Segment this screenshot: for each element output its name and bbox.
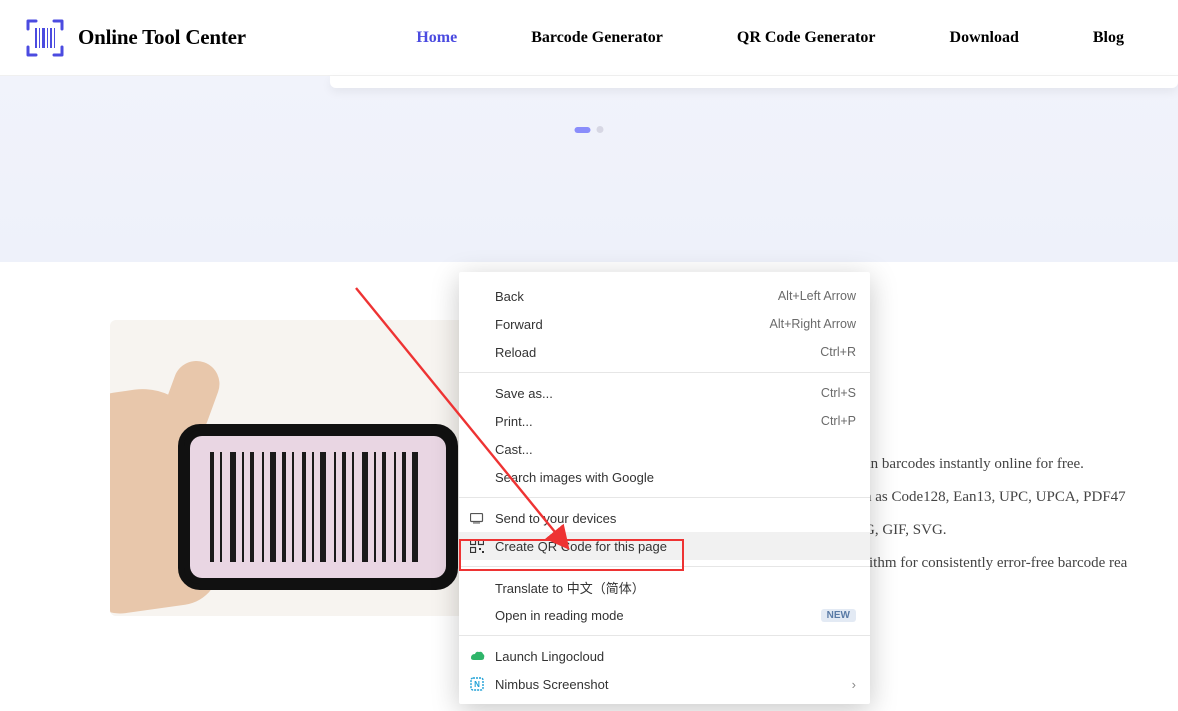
ctx-shortcut: Ctrl+P bbox=[821, 414, 856, 428]
ctx-label: Forward bbox=[495, 317, 770, 332]
devices-icon bbox=[469, 510, 485, 526]
ctx-label: Open in reading mode bbox=[495, 608, 813, 623]
ctx-cast[interactable]: Cast... bbox=[459, 435, 870, 463]
ctx-separator bbox=[459, 635, 870, 636]
barcode-graphic bbox=[210, 452, 425, 563]
ctx-label: Cast... bbox=[495, 442, 856, 457]
ctx-print[interactable]: Print... Ctrl+P bbox=[459, 407, 870, 435]
ctx-label: Save as... bbox=[495, 386, 821, 401]
ctx-nimbus[interactable]: N Nimbus Screenshot › bbox=[459, 670, 870, 698]
qr-icon bbox=[469, 538, 485, 554]
ctx-create-qr[interactable]: Create QR Code for this page bbox=[459, 532, 870, 560]
ctx-label: Reload bbox=[495, 345, 820, 360]
ctx-save-as[interactable]: Save as... Ctrl+S bbox=[459, 379, 870, 407]
ctx-shortcut: Alt+Left Arrow bbox=[778, 289, 856, 303]
ctx-back[interactable]: Back Alt+Left Arrow bbox=[459, 282, 870, 310]
ctx-shortcut: Alt+Right Arrow bbox=[770, 317, 857, 331]
ctx-label: Launch Lingocloud bbox=[495, 649, 856, 664]
ctx-label: Translate to 中文（简体） bbox=[495, 578, 856, 597]
nav-qr-generator[interactable]: QR Code Generator bbox=[737, 29, 876, 47]
ctx-forward[interactable]: Forward Alt+Right Arrow bbox=[459, 310, 870, 338]
ctx-separator bbox=[459, 497, 870, 498]
main-nav: Home Barcode Generator QR Code Generator… bbox=[416, 29, 1124, 47]
ctx-label: Search images with Google bbox=[495, 470, 856, 485]
ctx-reload[interactable]: Reload Ctrl+R bbox=[459, 338, 870, 366]
feature-line: rithm for consistently error-free barcod… bbox=[864, 547, 1178, 580]
header: Online Tool Center Home Barcode Generato… bbox=[0, 0, 1178, 76]
nav-blog[interactable]: Blog bbox=[1093, 29, 1124, 47]
carousel-dot[interactable] bbox=[597, 126, 604, 133]
ctx-reading-mode[interactable]: Open in reading mode NEW bbox=[459, 601, 870, 629]
svg-text:N: N bbox=[474, 680, 480, 689]
feature-line: G, GIF, SVG. bbox=[864, 514, 1178, 547]
nav-home[interactable]: Home bbox=[416, 29, 457, 47]
hero-section bbox=[0, 76, 1178, 262]
ctx-shortcut: Ctrl+R bbox=[820, 345, 856, 359]
ctx-separator bbox=[459, 566, 870, 567]
carousel-dot-active[interactable] bbox=[575, 127, 591, 133]
nimbus-icon: N bbox=[469, 676, 485, 692]
nav-download[interactable]: Download bbox=[950, 29, 1019, 47]
feature-text: an barcodes instantly online for free. n… bbox=[864, 448, 1178, 580]
ctx-shortcut: Ctrl+S bbox=[821, 386, 856, 400]
card-edge bbox=[330, 76, 1178, 88]
ctx-label: Send to your devices bbox=[495, 511, 856, 526]
feature-line: an barcodes instantly online for free. bbox=[864, 448, 1178, 481]
logo[interactable]: Online Tool Center bbox=[24, 17, 246, 59]
lingocloud-icon bbox=[469, 648, 485, 664]
ctx-label: Print... bbox=[495, 414, 821, 429]
new-badge: NEW bbox=[821, 609, 856, 622]
ctx-search-google[interactable]: Search images with Google bbox=[459, 463, 870, 491]
ctx-send-devices[interactable]: Send to your devices bbox=[459, 504, 870, 532]
ctx-lingocloud[interactable]: Launch Lingocloud bbox=[459, 642, 870, 670]
ctx-label: Back bbox=[495, 289, 778, 304]
ctx-label: Create QR Code for this page bbox=[495, 539, 856, 554]
feature-line: n as Code128, Ean13, UPC, UPCA, PDF47 bbox=[864, 481, 1178, 514]
illustration-phone-barcode bbox=[110, 320, 470, 616]
barcode-logo-icon bbox=[24, 17, 66, 59]
carousel-dots bbox=[575, 126, 604, 133]
browser-context-menu: Back Alt+Left Arrow Forward Alt+Right Ar… bbox=[459, 272, 870, 704]
ctx-translate[interactable]: Translate to 中文（简体） bbox=[459, 573, 870, 601]
chevron-right-icon: › bbox=[852, 677, 856, 692]
ctx-label: Nimbus Screenshot bbox=[495, 677, 852, 692]
nav-barcode-generator[interactable]: Barcode Generator bbox=[531, 29, 663, 47]
ctx-separator bbox=[459, 372, 870, 373]
brand-name: Online Tool Center bbox=[78, 25, 246, 50]
